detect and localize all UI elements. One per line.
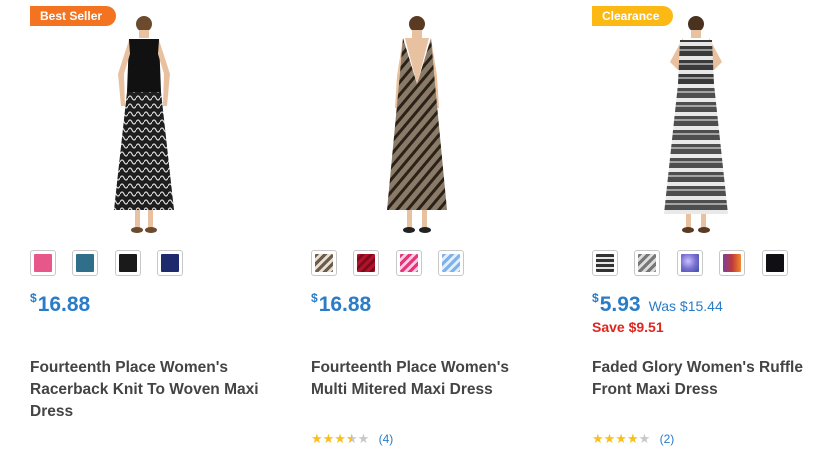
product-rating[interactable]: ★★★★★ (2) <box>592 431 674 447</box>
color-swatches <box>592 250 800 278</box>
swatch-chip <box>765 254 784 272</box>
color-swatch[interactable] <box>30 250 56 276</box>
swatch-chip <box>118 254 137 272</box>
price-currency: $ <box>592 291 599 305</box>
color-swatch[interactable] <box>157 250 184 276</box>
swatch-chip <box>638 254 657 272</box>
best-seller-badge: Best Seller <box>30 6 117 26</box>
color-swatch[interactable] <box>72 250 99 276</box>
color-swatch[interactable] <box>676 250 703 276</box>
swatch-chip <box>315 254 333 272</box>
swatch-chip <box>34 254 52 272</box>
color-swatch[interactable] <box>761 250 788 276</box>
product-title-link[interactable]: Faded Glory Women's Ruffle Front Maxi Dr… <box>592 357 827 401</box>
price-amount: 16.88 <box>37 293 91 316</box>
color-swatches <box>30 250 195 278</box>
price-amount: 5.93 <box>599 293 641 316</box>
product-image[interactable] <box>361 14 473 236</box>
color-swatch[interactable] <box>114 250 141 276</box>
product-rating[interactable]: ★★★★★★ (4) <box>311 431 393 447</box>
color-swatch[interactable] <box>353 250 380 276</box>
star-rating: ★★★★★★ <box>311 431 370 446</box>
color-swatch[interactable] <box>634 250 661 276</box>
color-swatch[interactable] <box>438 250 465 276</box>
color-swatch[interactable] <box>719 250 746 276</box>
color-swatch[interactable] <box>395 250 422 276</box>
price-currency: $ <box>311 291 318 305</box>
product-price: $16.88 <box>30 291 91 323</box>
product-card[interactable]: $16.88 Fourteenth Place Women's Multi Mi… <box>309 0 579 451</box>
was-price: Was $15.44 <box>648 298 723 314</box>
product-image-area[interactable]: Clearance <box>590 0 820 238</box>
swatch-chip <box>76 254 95 272</box>
product-card[interactable]: Clearance $5.93 Was $15.44 Save $9.51 Fad… <box>590 0 840 451</box>
savings-text: Save $9.51 <box>592 319 664 335</box>
product-card[interactable]: Best Seller $16.88 Fourteenth Place Wome… <box>28 0 298 451</box>
product-title-link[interactable]: Fourteenth Place Women's Racerback Knit … <box>30 357 265 423</box>
swatch-chip <box>161 254 180 272</box>
product-title-link[interactable]: Fourteenth Place Women's Multi Mitered M… <box>311 357 546 401</box>
color-swatch[interactable] <box>592 250 618 276</box>
product-image-area[interactable] <box>309 0 539 238</box>
product-image[interactable] <box>88 14 200 236</box>
price-currency: $ <box>30 291 37 305</box>
review-count-link[interactable]: (4) <box>379 432 394 446</box>
swatch-chip <box>399 254 418 272</box>
color-swatches <box>311 250 476 278</box>
swatch-chip <box>357 254 376 272</box>
product-price: $16.88 <box>311 291 372 323</box>
swatch-chip <box>442 254 461 272</box>
swatch-chip <box>596 254 614 272</box>
review-count-link[interactable]: (2) <box>660 432 675 446</box>
product-image-area[interactable]: Best Seller <box>28 0 258 238</box>
star-rating: ★★★★★ <box>592 431 651 446</box>
clearance-badge: Clearance <box>592 6 674 26</box>
price-amount: 16.88 <box>318 293 372 316</box>
color-swatch[interactable] <box>311 250 337 276</box>
swatch-chip <box>680 254 699 272</box>
swatch-chip <box>723 254 742 272</box>
product-image[interactable] <box>640 14 752 236</box>
